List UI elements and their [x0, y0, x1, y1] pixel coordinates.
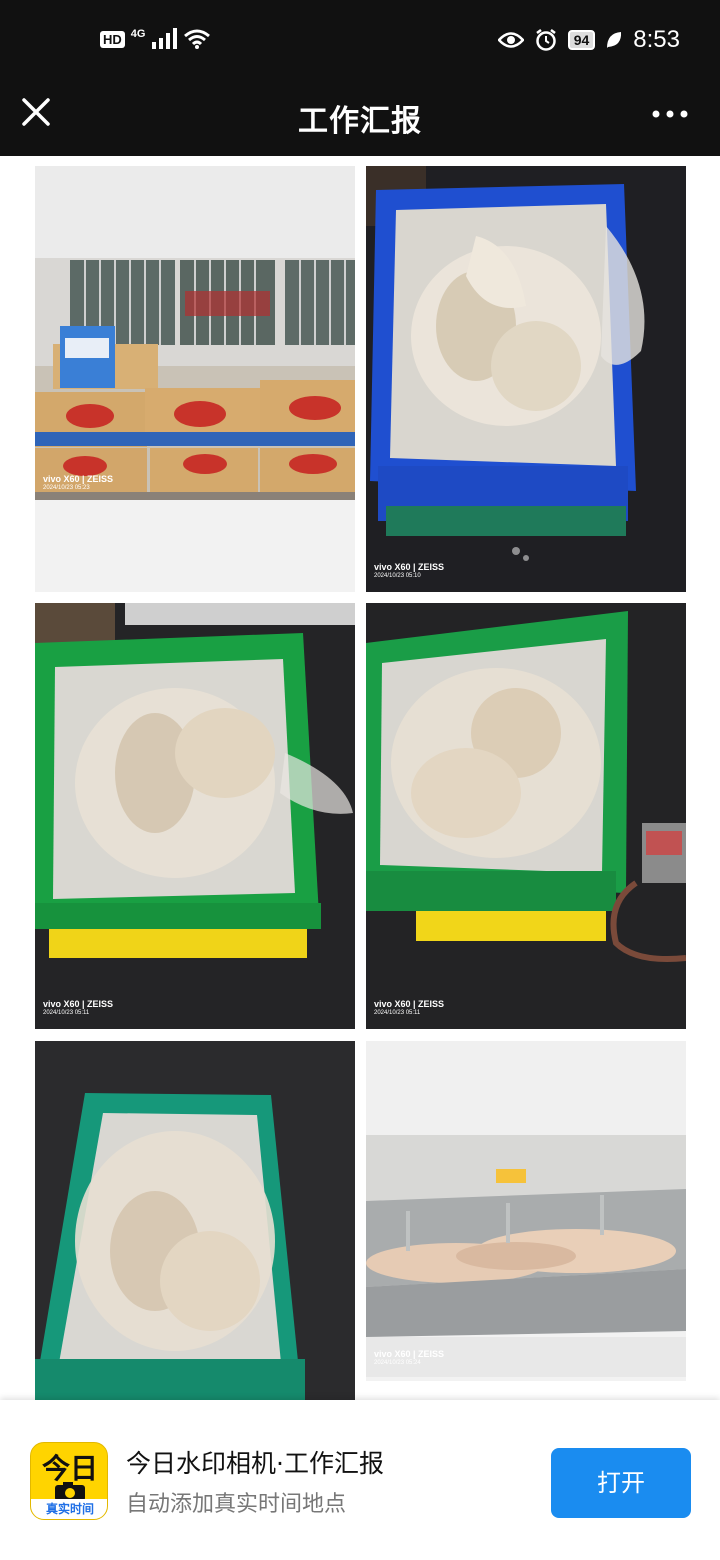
status-bar: HD 4G 94 8:53: [0, 0, 720, 84]
watermark-camera: vivo X60 | ZEISS: [374, 562, 445, 572]
eye-icon: [497, 32, 524, 48]
photo-watermark: vivo X60 | ZEISS 2024/10/23 05:11: [43, 999, 113, 1018]
watermark-date: 2024/10/23 05:11: [374, 1010, 421, 1017]
blue-crate-photo-art: [366, 166, 686, 592]
photo-watermark: vivo X60 | ZEISS 2024/10/23 05:23: [43, 474, 113, 493]
status-left: HD 4G: [100, 28, 211, 50]
photo-grid: vivo X60 | ZEISS 2024/10/23 05:23 vivo X…: [0, 156, 720, 1400]
sink-photo-art: [366, 1041, 686, 1377]
app-subtitle: 自动添加真实时间地点: [126, 1492, 347, 1517]
photo-green-crate-2[interactable]: vivo X60 | ZEISS 2024/10/23 05:11: [366, 603, 686, 1029]
clock: 8:53: [633, 26, 680, 53]
green-crate-photo-art: [35, 1041, 355, 1400]
photo-boxes[interactable]: vivo X60 | ZEISS 2024/10/23 05:23: [35, 166, 355, 592]
watermark-camera: vivo X60 | ZEISS: [374, 999, 445, 1009]
watermark-camera: vivo X60 | ZEISS: [43, 474, 114, 484]
network-label: 4G: [130, 28, 146, 40]
boxes-photo-art: [35, 166, 355, 592]
watermark-camera: vivo X60 | ZEISS: [43, 999, 114, 1009]
photo-sink[interactable]: vivo X60 | ZEISS 2024/10/23 05:24: [366, 1041, 686, 1381]
more-icon[interactable]: [650, 104, 690, 124]
watermark-camera: vivo X60 | ZEISS: [374, 1349, 445, 1359]
status-right: 94 8:53: [497, 26, 680, 54]
watermark-date: 2024/10/23 05:23: [43, 485, 90, 492]
photo-watermark: vivo X60 | ZEISS 2024/10/23 05:11: [374, 999, 444, 1018]
app-icon: 今日 真实时间: [30, 1442, 108, 1520]
green-crate-photo-art: [366, 603, 686, 1029]
photo-green-crate-1[interactable]: vivo X60 | ZEISS 2024/10/23 05:11: [35, 603, 355, 1029]
wifi-icon: [184, 29, 211, 49]
app-title: 今日水印相机·工作汇报: [126, 1449, 384, 1478]
photo-watermark: vivo X60 | ZEISS 2024/10/23 05:24: [374, 1349, 444, 1368]
leaf-icon: [607, 32, 622, 48]
watermark-date: 2024/10/23 05:10: [374, 573, 421, 580]
photo-blue-crate[interactable]: vivo X60 | ZEISS 2024/10/23 05:10: [366, 166, 686, 592]
green-crate-photo-art: [35, 603, 355, 1029]
alarm-icon: [535, 29, 556, 51]
page-title: 工作汇报: [298, 104, 422, 139]
app-promo-banner: 今日 真实时间 今日水印相机·工作汇报 自动添加真实时间地点 打开: [0, 1400, 720, 1560]
open-app-button[interactable]: 打开: [551, 1448, 691, 1518]
photo-green-crate-3[interactable]: [35, 1041, 355, 1400]
signal-icon: [152, 28, 178, 49]
photo-watermark: vivo X60 | ZEISS 2024/10/23 05:10: [374, 562, 444, 581]
watermark-date: 2024/10/23 05:11: [43, 1010, 90, 1017]
hd-badge: HD: [100, 30, 125, 48]
top-nav: 工作汇报: [0, 84, 720, 156]
watermark-date: 2024/10/23 05:24: [374, 1360, 421, 1367]
battery-icon: 94: [567, 30, 596, 50]
app-icon-caption: 真实时间: [31, 1499, 107, 1519]
